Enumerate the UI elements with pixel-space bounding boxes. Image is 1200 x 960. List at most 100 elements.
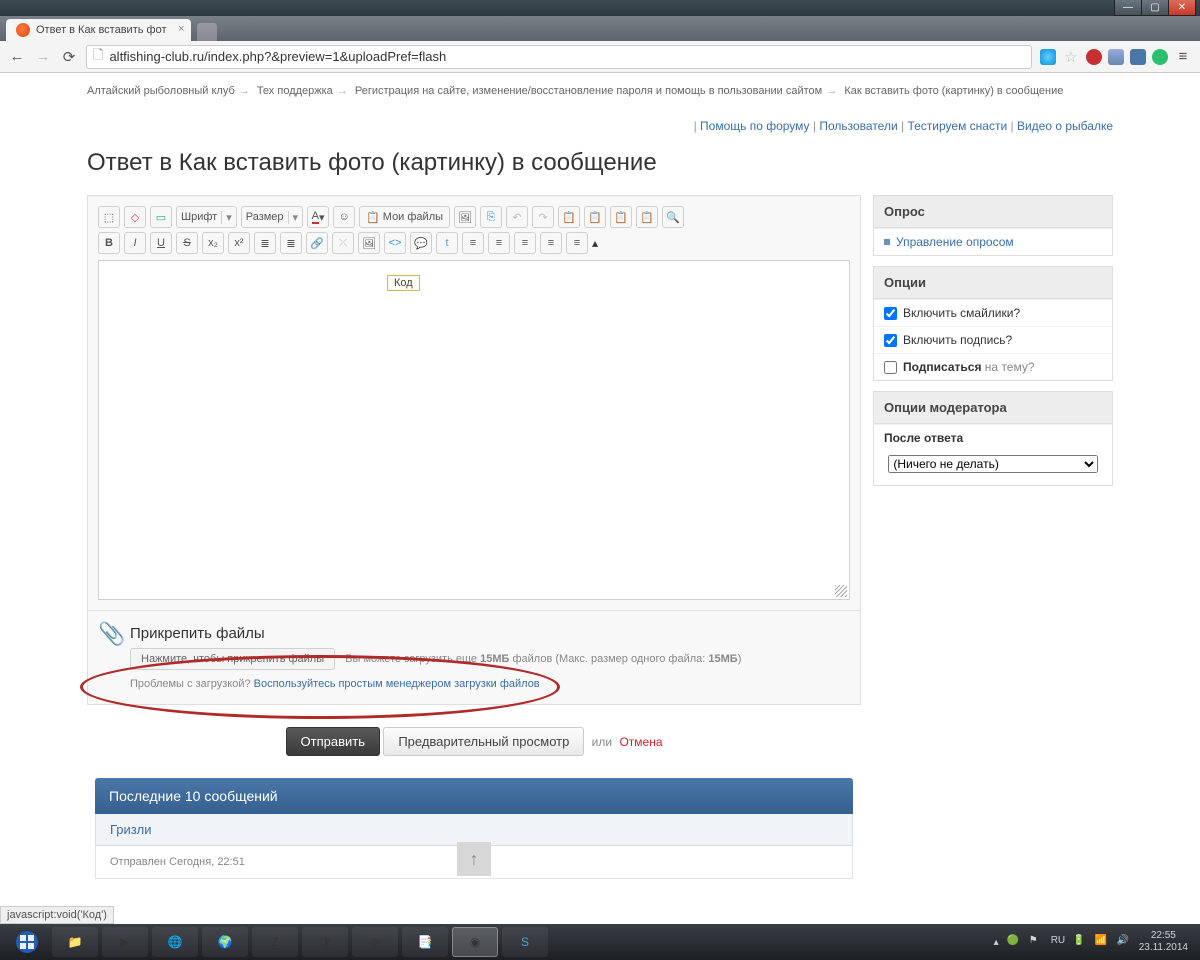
ext-icon[interactable]	[1152, 49, 1168, 65]
mod-options-header: Опции модератора	[874, 392, 1112, 424]
subscript-icon[interactable]: x₂	[202, 232, 224, 254]
attach-button[interactable]: Нажмите, чтобы прикрепить файлы	[130, 648, 335, 670]
align-justify-icon[interactable]: ≡	[540, 232, 562, 254]
code-icon[interactable]: <>	[384, 232, 406, 254]
simple-uploader-link[interactable]: Воспользуйтесь простым менеджером загруз…	[254, 678, 540, 690]
redo-icon[interactable]: ↷	[532, 206, 554, 228]
tray-clock[interactable]: 22:55 23.11.2014	[1139, 930, 1188, 954]
forward-button[interactable]: →	[34, 48, 52, 66]
browser-tabstrip: Ответ в Как вставить фот ×	[0, 16, 1200, 41]
editor-panel: ⬚ ◇ ▭ Шрифт▾ Размер▾ A▾ ☺ 📋 Мои файлы 🖼 …	[87, 195, 861, 611]
back-button[interactable]: ←	[8, 48, 26, 66]
image2-icon[interactable]: 🖼	[358, 232, 380, 254]
italic-icon[interactable]: I	[124, 232, 146, 254]
ul-list-icon[interactable]: ≣	[254, 232, 276, 254]
task-chrome-icon[interactable]: ◉	[452, 927, 498, 957]
indent-icon[interactable]: ≡	[566, 232, 588, 254]
task-media-icon[interactable]: ▶	[102, 927, 148, 957]
align-right-icon[interactable]: ≡	[514, 232, 536, 254]
cancel-link[interactable]: Отмена	[619, 735, 662, 749]
emoticon-icon[interactable]: ☺	[333, 206, 355, 228]
insert-icon[interactable]: ⎘	[480, 206, 502, 228]
toplink[interactable]: Видео о рыбалке	[1017, 119, 1113, 133]
crumb-link[interactable]: Регистрация на сайте, изменение/восстано…	[355, 85, 822, 97]
task-app-icon[interactable]: Z	[252, 927, 298, 957]
search-icon[interactable]: 🔍	[662, 206, 684, 228]
globe-icon: 🗋	[93, 46, 103, 68]
font-select[interactable]: Шрифт▾	[176, 206, 237, 228]
ext-icon[interactable]	[1086, 49, 1102, 65]
tray-icon[interactable]: ⚑	[1029, 935, 1043, 949]
bold-icon[interactable]: B	[98, 232, 120, 254]
scroll-top-button[interactable]: ↑	[457, 842, 491, 876]
strike-icon[interactable]: S	[176, 232, 198, 254]
minimize-button[interactable]: —	[1114, 0, 1142, 16]
toplink[interactable]: Тестируем снасти	[907, 119, 1007, 133]
ext-icon[interactable]	[1130, 49, 1146, 65]
poll-manage-link[interactable]: Управление опросом	[896, 235, 1014, 249]
paste-word-icon[interactable]: 📋	[636, 206, 658, 228]
text-editor[interactable]: Код	[98, 260, 850, 600]
size-select[interactable]: Размер▾	[241, 206, 303, 228]
ext-icon[interactable]	[1040, 49, 1056, 65]
link-icon[interactable]: 🔗	[306, 232, 328, 254]
quote-icon[interactable]: 💬	[410, 232, 432, 254]
toplink[interactable]: Помощь по форуму	[700, 119, 810, 133]
unlink-icon[interactable]: ⤫	[332, 232, 354, 254]
ol-list-icon[interactable]: ≣	[280, 232, 302, 254]
toggle-mode-icon[interactable]: ⬚	[98, 206, 120, 228]
submit-button[interactable]: Отправить	[286, 727, 380, 756]
task-app-icon[interactable]: 🛡	[302, 927, 348, 957]
align-left-icon[interactable]: ≡	[462, 232, 484, 254]
new-tab-button[interactable]	[197, 23, 217, 41]
crumb-link[interactable]: Алтайский рыболовный клуб	[87, 85, 235, 97]
image-icon[interactable]: 🖼	[454, 206, 476, 228]
myfiles-button[interactable]: 📋 Мои файлы	[359, 206, 450, 228]
toolbar-collapse-icon[interactable]: ▴	[592, 236, 598, 250]
paste-plain-icon[interactable]: 📋	[610, 206, 632, 228]
twitter-icon[interactable]: t	[436, 232, 458, 254]
opt-signature-checkbox[interactable]	[884, 334, 897, 347]
ext-icon[interactable]	[1108, 49, 1124, 65]
resize-handle-icon[interactable]	[835, 585, 847, 597]
tray-icon[interactable]: 🟢	[1007, 935, 1021, 949]
task-app-icon[interactable]: 🌐	[152, 927, 198, 957]
task-app-icon[interactable]: 📑	[402, 927, 448, 957]
task-explorer-icon[interactable]: 📁	[52, 927, 98, 957]
opt-subscribe-checkbox[interactable]	[884, 361, 897, 374]
url-input[interactable]: 🗋 altfishing-club.ru/index.php?&preview=…	[86, 45, 1032, 69]
paste-icon[interactable]: 📋	[584, 206, 606, 228]
crumb-link[interactable]: Как вставить фото (картинку) в сообщение	[844, 85, 1063, 97]
browser-tab[interactable]: Ответ в Как вставить фот ×	[6, 19, 191, 41]
opt-smileys-checkbox[interactable]	[884, 307, 897, 320]
task-app-icon[interactable]: ◎	[352, 927, 398, 957]
start-button[interactable]	[6, 926, 48, 958]
bookmark-star-icon[interactable]: ☆	[1062, 48, 1080, 66]
maximize-button[interactable]: ▢	[1141, 0, 1169, 16]
copy-icon[interactable]: 📋	[558, 206, 580, 228]
tray-network-icon[interactable]: 📶	[1095, 935, 1109, 949]
task-skype-icon[interactable]: S	[502, 927, 548, 957]
underline-icon[interactable]: U	[150, 232, 172, 254]
clear-format-icon[interactable]: ◇	[124, 206, 146, 228]
task-app-icon[interactable]: 🌍	[202, 927, 248, 957]
undo-icon[interactable]: ↶	[506, 206, 528, 228]
options-header: Опции	[874, 267, 1112, 299]
tray-volume-icon[interactable]: 🔊	[1117, 935, 1131, 949]
tab-title: Ответ в Как вставить фот	[36, 24, 167, 36]
align-center-icon[interactable]: ≡	[488, 232, 510, 254]
reload-button[interactable]: ⟳	[60, 48, 78, 66]
after-reply-select[interactable]: (Ничего не делать)	[888, 455, 1097, 473]
superscript-icon[interactable]: x²	[228, 232, 250, 254]
tray-up-icon[interactable]: ▴	[994, 937, 999, 948]
tray-icon[interactable]: 🔋	[1073, 935, 1087, 949]
menu-icon[interactable]: ≡	[1174, 48, 1192, 66]
toplink[interactable]: Пользователи	[819, 119, 897, 133]
preview-button[interactable]: Предварительный просмотр	[383, 727, 584, 756]
tab-close-icon[interactable]: ×	[178, 23, 184, 35]
text-color-icon[interactable]: A▾	[307, 206, 329, 228]
tray-lang-icon[interactable]: RU	[1051, 935, 1065, 949]
close-button[interactable]: ✕	[1168, 0, 1196, 16]
format-paint-icon[interactable]: ▭	[150, 206, 172, 228]
crumb-link[interactable]: Тех поддержка	[257, 85, 333, 97]
